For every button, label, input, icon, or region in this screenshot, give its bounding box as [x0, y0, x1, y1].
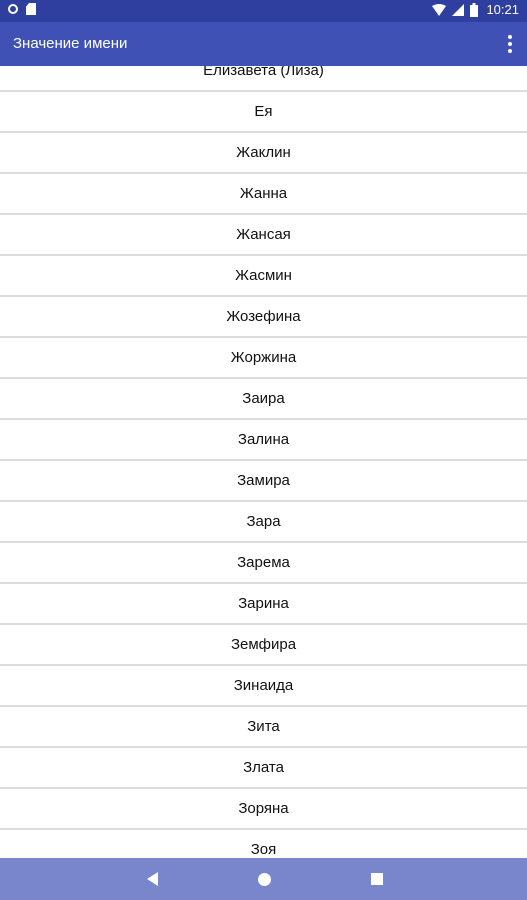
list-item[interactable]: Земфира	[0, 625, 527, 666]
sync-circle-icon	[8, 4, 18, 14]
list-item[interactable]: Заира	[0, 379, 527, 420]
navigation-bar	[0, 858, 527, 900]
names-list[interactable]: Елизавета (Лиза) Ея Жаклин Жанна Жансая …	[0, 66, 527, 858]
list-item[interactable]: Зарема	[0, 543, 527, 584]
app-bar: Значение имени	[0, 22, 527, 66]
list-item[interactable]: Елизавета (Лиза)	[0, 66, 527, 92]
list-item[interactable]: Зара	[0, 502, 527, 543]
status-time: 10:21	[486, 2, 519, 17]
signal-icon	[452, 3, 465, 16]
overflow-dot	[508, 35, 512, 39]
home-circle-icon	[257, 872, 271, 886]
list-item[interactable]: Жасмин	[0, 256, 527, 297]
list-item[interactable]: Зарина	[0, 584, 527, 625]
overflow-dot	[508, 49, 512, 53]
back-triangle-icon	[146, 872, 158, 886]
list-item[interactable]: Зита	[0, 707, 527, 748]
recent-apps-square-icon	[371, 873, 383, 885]
list-item[interactable]: Жанна	[0, 174, 527, 215]
list-item[interactable]: Ея	[0, 92, 527, 133]
status-bar: 10:21	[0, 0, 527, 22]
recent-apps-button[interactable]	[347, 858, 407, 900]
wifi-icon	[432, 3, 447, 16]
list-item[interactable]: Зоряна	[0, 789, 527, 830]
app-title: Значение имени	[13, 35, 128, 52]
list-item[interactable]: Замира	[0, 461, 527, 502]
list-item[interactable]: Зоя	[0, 830, 527, 858]
status-left-icons	[8, 3, 36, 15]
sd-card-icon	[26, 3, 36, 15]
names-list-inner: Елизавета (Лиза) Ея Жаклин Жанна Жансая …	[0, 66, 527, 858]
list-item[interactable]: Жансая	[0, 215, 527, 256]
overflow-menu-icon[interactable]	[503, 33, 517, 55]
list-item[interactable]: Залина	[0, 420, 527, 461]
battery-icon	[470, 2, 479, 17]
overflow-dot	[508, 42, 512, 46]
list-item[interactable]: Зинаида	[0, 666, 527, 707]
back-button[interactable]	[122, 858, 182, 900]
home-button[interactable]	[234, 858, 294, 900]
list-item[interactable]: Жоржина	[0, 338, 527, 379]
list-item[interactable]: Жозефина	[0, 297, 527, 338]
list-item[interactable]: Злата	[0, 748, 527, 789]
status-right-icons: 10:21	[432, 2, 519, 17]
screen: 10:21 Значение имени Елизавета (Лиза) Ея…	[0, 0, 527, 900]
list-item[interactable]: Жаклин	[0, 133, 527, 174]
